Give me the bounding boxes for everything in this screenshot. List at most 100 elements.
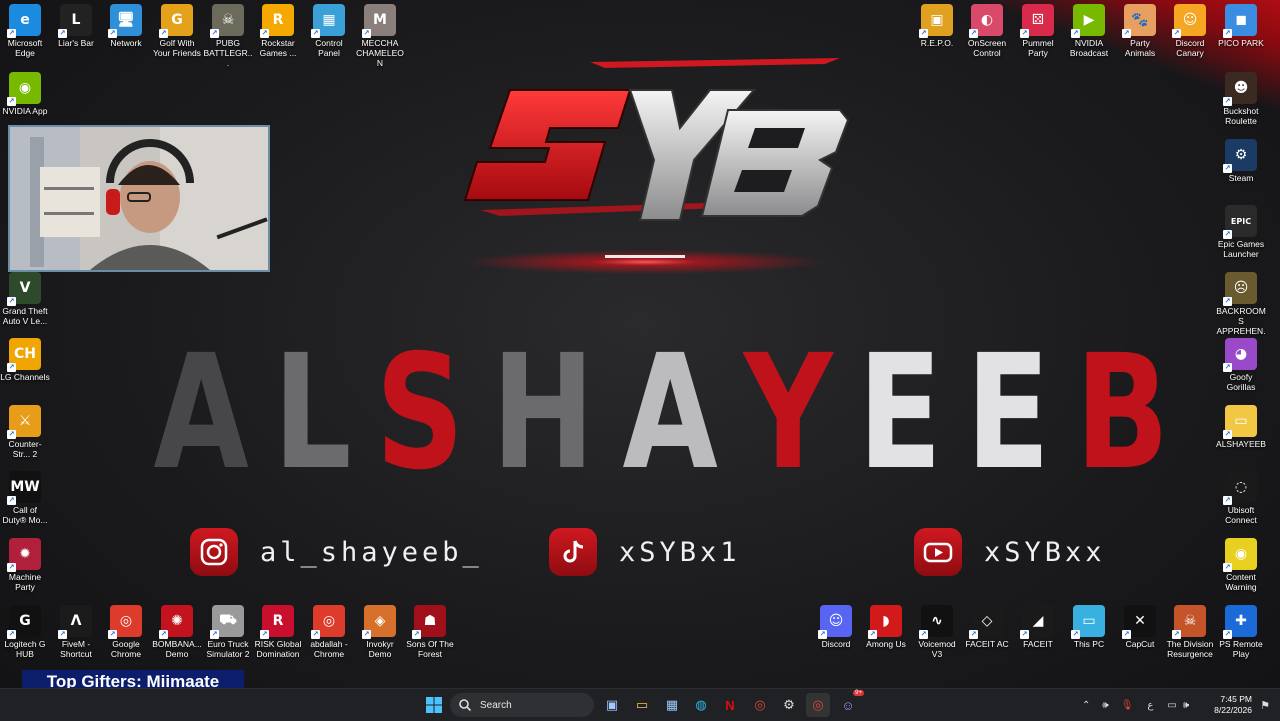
desktop-icon-backrooms[interactable]: ☹↗BACKROOMS APPREHEN... [1216,272,1266,346]
shortcut-arrow-icon: ↗ [1223,164,1232,173]
taskbar-chrome-active-icon[interactable]: ◎ [806,693,830,717]
desktop-icon-label: Call of Duty® Mo... [2,505,48,525]
desktop-icon-lg-channels[interactable]: CH ↗ LG Channels [0,338,50,382]
desktop-icon-alshayeeb-folder[interactable]: ▭ ↗ ALSHAYEEB [1216,405,1266,449]
this-pc-icon: ▭ ↗ [1071,605,1105,639]
desktop-icon-invokyr[interactable]: ◈ ↗ Invokyr Demo [355,605,405,659]
taskbar-store-icon[interactable]: ▦ [660,693,684,717]
speaker-icon[interactable]: 🕪 [1102,700,1108,711]
shortcut-arrow-icon: ↗ [210,29,219,38]
tray-chevron-icon[interactable]: ⌃ [1082,700,1090,711]
desktop-icon-pico-park[interactable]: ◼ ↗ PICO PARK [1216,4,1266,48]
desktop-icon-counter-strike[interactable]: ⚔ ↗ Counter-Str... 2 [0,405,50,459]
desktop-icon-label: OnScreen Control [967,38,1007,58]
network-icon[interactable]: ▭ [1167,700,1176,711]
desktop-icon-logitech-g-hub[interactable]: G ↗ Logitech G HUB [0,605,50,659]
desktop-icon-risk[interactable]: R ↗ RISK Global Domination [253,605,303,659]
taskbar-netflix-icon[interactable]: N [718,693,742,717]
desktop-icon-steam[interactable]: ⚙ ↗ Steam [1216,139,1266,183]
taskbar-steam-icon[interactable]: ⚙ [777,693,801,717]
desktop-icon-discord-canary[interactable]: ☺ ↗ Discord Canary [1165,4,1215,58]
taskbar-clock[interactable]: 7:45 PM 8/22/2026 [1208,694,1252,716]
taskbar-edge-icon[interactable]: ◍ [689,693,713,717]
taskbar-chrome-icon[interactable]: ◎ [748,693,772,717]
desktop-icon-ps-remote-play[interactable]: ✚ ↗ PS Remote Play [1216,605,1266,659]
shortcut-arrow-icon: ↗ [1223,630,1232,639]
desktop-icon-onscreen-control[interactable]: ◐ ↗ OnScreen Control [962,4,1012,58]
desktop-icon-gta-v[interactable]: V ↗ Grand Theft Auto V Le... [0,272,50,326]
goofy-gorillas-icon: ◕ ↗ [1223,338,1257,372]
desktop-icon-edge[interactable]: e ↗ Microsoft Edge [0,4,50,58]
search-icon [459,699,472,712]
shortcut-arrow-icon: ↗ [818,630,827,639]
desktop-icon-among-us[interactable]: ◗ ↗ Among Us [861,605,911,649]
desktop-icon-faceit[interactable]: ◢ ↗ FACEIT [1013,605,1063,649]
shortcut-arrow-icon: ↗ [362,29,371,38]
shortcut-arrow-icon: ↗ [311,29,320,38]
shortcut-arrow-icon: ↗ [1172,630,1181,639]
desktop-icon-pubg[interactable]: ☠ ↗ PUBG BATTLEGR... [203,4,253,68]
desktop-icon-bombanauts[interactable]: ✺ ↗ BOMBANA... Demo [152,605,202,659]
desktop-icon-sons-of-the-forest[interactable]: ☗ ↗ Sons Of The Forest [405,605,455,659]
desktop-icon-control-panel[interactable]: ▦ ↗ Control Panel [304,4,354,58]
desktop-icon-pummel-party[interactable]: ⚄ ↗ Pummel Party [1013,4,1063,58]
shortcut-arrow-icon: ↗ [1172,29,1181,38]
desktop-icon-nvidia-app[interactable]: ◉ ↗ NVIDIA App [0,72,50,116]
desktop-icon-label: Pummel Party [1022,38,1054,58]
name-letter: E [857,321,942,505]
notification-badge: 9+ [853,690,864,696]
name-letter: B [1074,321,1169,505]
desktop-icon-faceit-ac[interactable]: ◇ ↗ FACEIT AC [962,605,1012,649]
desktop-icon-call-of-duty[interactable]: MW ↗ Call of Duty® Mo... [0,471,50,525]
desktop-icon-golf-with-friends[interactable]: G ↗ Golf With Your Friends [152,4,202,58]
desktop-icon-content-warning[interactable]: ◉ ↗ Content Warning [1216,538,1266,592]
desktop-icon-label: LG Channels [0,372,50,382]
backrooms-icon: ☹ ↗ [1223,272,1257,306]
pummel-party-icon: ⚄ ↗ [1020,4,1054,38]
desktop-icon-euro-truck[interactable]: ⛟ ↗ Euro Truck Simulator 2 [203,605,253,659]
shortcut-arrow-icon: ↗ [1122,630,1131,639]
desktop-icon-rockstar[interactable]: R ↗ Rockstar Games ... [253,4,303,58]
capcut-icon: ✕ ↗ [1122,605,1156,639]
volume-icon[interactable]: 🕪 [1183,700,1189,711]
steam-icon: ⚙ ↗ [1223,139,1257,173]
logitech-g-hub-icon: G ↗ [7,605,41,639]
desktop-icon-capcut[interactable]: ✕ ↗ CapCut [1115,605,1165,649]
desktop-icon-division-resurgence[interactable]: ☠ ↗ The Division Resurgence [1165,605,1215,659]
desktop-icon-meccha-chameleon[interactable]: M ↗ MECCHA CHAMELEON [355,4,405,68]
counter-strike-icon: ⚔ ↗ [7,405,41,439]
desktop-icon-abdallah-chrome[interactable]: ◎ ↗ abdallah - Chrome [304,605,354,659]
notification-bell-icon[interactable]: ⚑ [1256,693,1274,717]
taskbar-search[interactable]: Search [450,693,594,717]
abdallah-chrome-icon: ◎ ↗ [311,605,345,639]
desktop-icon-label: NVIDIA Broadcast [1069,38,1109,58]
desktop-icon-liars-bar[interactable]: L ↗ Liar's Bar [51,4,101,48]
desktop-icon-discord[interactable]: ☺ ↗ Discord [811,605,861,649]
start-button[interactable] [422,693,446,717]
desktop-icon-label: Ubisoft Connect [1225,505,1257,525]
desktop-icon-this-pc[interactable]: ▭ ↗ This PC [1064,605,1114,649]
faceit-icon: ◢ ↗ [1020,605,1054,639]
microphone-icon[interactable]: 🎙 [1121,700,1134,711]
desktop-icon-buckshot-roulette[interactable]: ☻ ↗ Buckshot Roulette [1216,72,1266,126]
desktop-icon-label: CapCut [1125,639,1155,649]
shortcut-arrow-icon: ↗ [7,630,16,639]
desktop-icon-network[interactable]: 🖥 ↗ Network [101,4,151,48]
taskbar-discord-icon[interactable]: ☺ 9+ [836,690,864,717]
task-view-icon[interactable]: ▣ [600,693,624,717]
taskbar-file-explorer-icon[interactable]: ▭ [630,693,654,717]
desktop-icon-ubisoft-connect[interactable]: ◌ ↗ Ubisoft Connect [1216,471,1266,525]
desktop-icon-google-chrome[interactable]: ◎ ↗ Google Chrome [101,605,151,659]
desktop-icon-voicemod[interactable]: ∿ ↗ Voicemod V3 [912,605,962,659]
desktop-icon-label: RISK Global Domination [254,639,302,659]
youtube-icon [914,528,962,576]
desktop-icon-nvidia-broadcast[interactable]: ▶ ↗ NVIDIA Broadcast [1064,4,1114,58]
language-indicator[interactable]: ع [1147,700,1153,711]
desktop-icon-machine-party[interactable]: ✹ ↗ Machine Party [0,538,50,592]
desktop-icon-repo[interactable]: ▣ ↗ R.E.P.O. [912,4,962,48]
desktop-icon-goofy-gorillas[interactable]: ◕ ↗ Goofy Gorillas [1216,338,1266,392]
desktop-icon-epic-games[interactable]: EPIC ↗ Epic Games Launcher [1216,205,1266,259]
social-youtube: xSYBxx [914,527,1106,577]
desktop-icon-fivem[interactable]: Λ ↗ FiveM - Shortcut [51,605,101,659]
desktop-icon-party-animals[interactable]: 🐾 ↗ Party Animals [1115,4,1165,58]
